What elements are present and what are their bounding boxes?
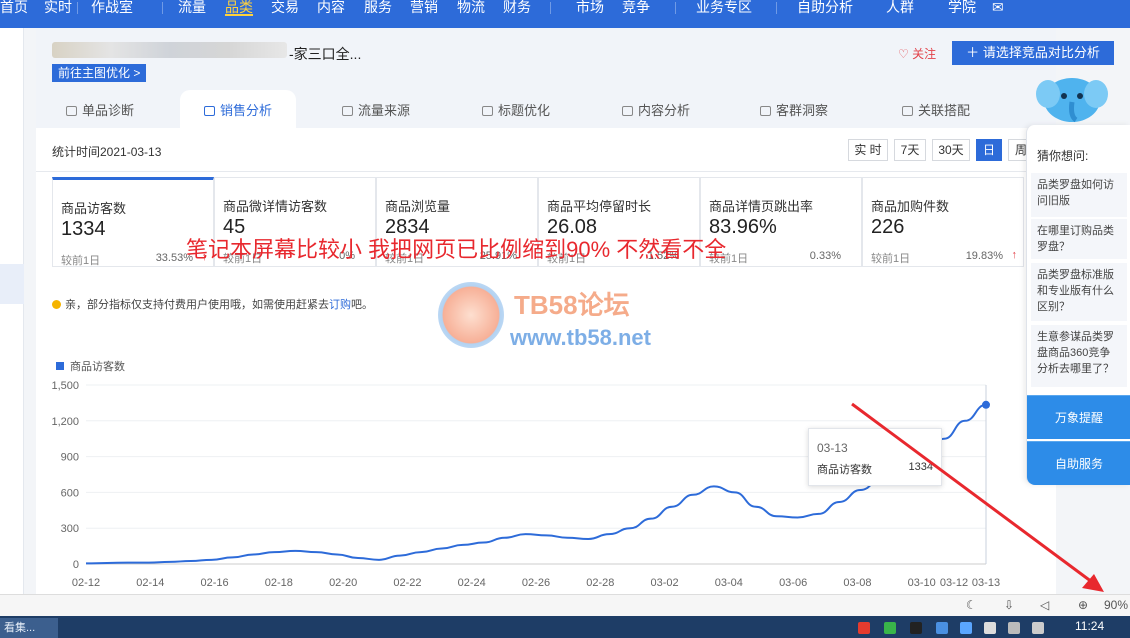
nav-item-2[interactable]: 作战室 [91,0,133,16]
x-tick-label: 02-20 [329,577,357,589]
nav-item-14[interactable]: 自助分析 [797,0,853,16]
network-icon[interactable] [1008,622,1020,634]
nav-item-3[interactable]: 流量 [178,0,206,16]
faq-item[interactable]: 品类罗盘如何访问旧版 [1031,173,1127,217]
volume-icon[interactable]: ◁ [1040,598,1049,612]
nav-divider [550,2,551,14]
nav-item-6[interactable]: 内容 [317,0,345,16]
nav-item-5[interactable]: 交易 [271,0,299,16]
nav-item-10[interactable]: 财务 [503,0,531,16]
windows-taskbar: 看集... 11:24 [0,616,1130,638]
y-tick-label: 1,200 [51,416,79,428]
x-tick-label: 03-06 [779,577,807,589]
night-mode-icon[interactable]: ☾ [966,598,977,612]
x-tick-label: 03-08 [843,577,871,589]
nav-item-11[interactable]: 市场 [576,0,604,16]
arrow-head [1082,574,1104,592]
nav-item-13[interactable]: 业务专区 [696,0,752,16]
nav-divider [77,2,78,14]
x-tick-label: 02-12 [72,577,100,589]
nav-divider [776,2,777,14]
tooltip-date: 03-13 [817,441,848,455]
tooltip-value: 1334 [908,461,933,473]
nav-item-12[interactable]: 竞争 [622,0,650,16]
volume-tray-icon[interactable] [1032,622,1044,634]
zoom-level[interactable]: 90% [1104,598,1128,612]
taskbar-app-button[interactable]: 看集... [0,618,58,638]
download-icon[interactable]: ⇩ [1004,598,1014,612]
y-tick-label: 0 [73,559,79,571]
x-tick-label: 02-28 [586,577,614,589]
system-clock: 11:24 [1075,619,1105,633]
x-tick-label: 03-04 [715,577,743,589]
nav-item-9[interactable]: 物流 [457,0,485,16]
nav-item-15[interactable]: 人群 [886,0,914,16]
wechat-icon[interactable] [884,622,896,634]
x-tick-label: 03-10 [908,577,936,589]
x-tick-label: 03-02 [651,577,679,589]
zoom-icon[interactable]: ⊕ [1078,598,1088,612]
y-tick-label: 1,500 [51,380,79,392]
elephant-mascot-icon [1036,78,1108,123]
tooltip-series: 商品访客数 [817,464,872,476]
watermark-url: www.tb58.net [510,325,651,350]
tray-app-icon[interactable] [960,622,972,634]
x-tick-label: 02-26 [522,577,550,589]
y-tick-label: 300 [61,523,79,535]
helper-panel: 猜你想问: 品类罗盘如何访问旧版 在哪里订购品类罗盘？ 品类罗盘标准版和专业版有… [1026,125,1130,485]
reminder-button[interactable]: 万象提醒 [1027,395,1130,439]
x-tick-label: 02-24 [458,577,486,589]
nav-divider [675,2,676,14]
x-tick-label: 03-12 [940,577,968,589]
faq-item[interactable]: 生意参谋品类罗盘商品360竞争分析去哪里了？ [1031,325,1127,387]
sidebar-highlight [0,264,24,304]
watermark-title: TB58论坛 [514,290,630,320]
y-tick-label: 600 [61,487,79,499]
nav-divider [162,2,163,14]
mail-icon[interactable]: ✉ [992,0,1004,16]
input-method-icon[interactable] [858,622,870,634]
nav-item-0[interactable]: 首页 [0,0,28,16]
y-tick-label: 900 [61,452,79,464]
nav-item-16[interactable]: 学院 [948,0,976,16]
x-tick-label: 02-14 [136,577,164,589]
x-tick-label: 02-18 [265,577,293,589]
qq-icon[interactable] [910,622,922,634]
nav-item-7[interactable]: 服务 [364,0,392,16]
browser-status-bar: ☾ ⇩ ◁ ⊕ 90% [0,594,1130,616]
chart-tooltip: 03-13 商品访客数 1334 [808,428,942,486]
nav-item-1[interactable]: 实时 [44,0,72,16]
faq-item[interactable]: 在哪里订购品类罗盘？ [1031,219,1127,259]
faq-item[interactable]: 品类罗盘标准版和专业版有什么区别？ [1031,263,1127,321]
nav-item-8[interactable]: 营销 [410,0,438,16]
data-point[interactable] [982,400,990,409]
forum-logo-icon [438,282,504,348]
helper-title: 猜你想问: [1037,149,1089,163]
x-tick-label: 02-16 [201,577,229,589]
tray-app-icon[interactable] [984,622,996,634]
tray-app-icon[interactable] [936,622,948,634]
x-tick-label: 02-22 [393,577,421,589]
top-nav-bar: 首页 实时 作战室 流量 品类 交易 内容 服务 营销 物流 财务 市场 竞争 业务专区 自助分析 人群 学院 ✉ [0,0,1130,28]
self-service-button[interactable]: 自助服务 [1027,441,1130,485]
x-tick-label: 03-13 [972,577,1000,589]
annotation-text: 笔记本屏幕比较小 我把网页已比例缩到90% 不然看不全 [186,237,727,262]
left-sidebar-strip [0,28,24,594]
nav-item-4[interactable]: 品类 [225,0,253,16]
